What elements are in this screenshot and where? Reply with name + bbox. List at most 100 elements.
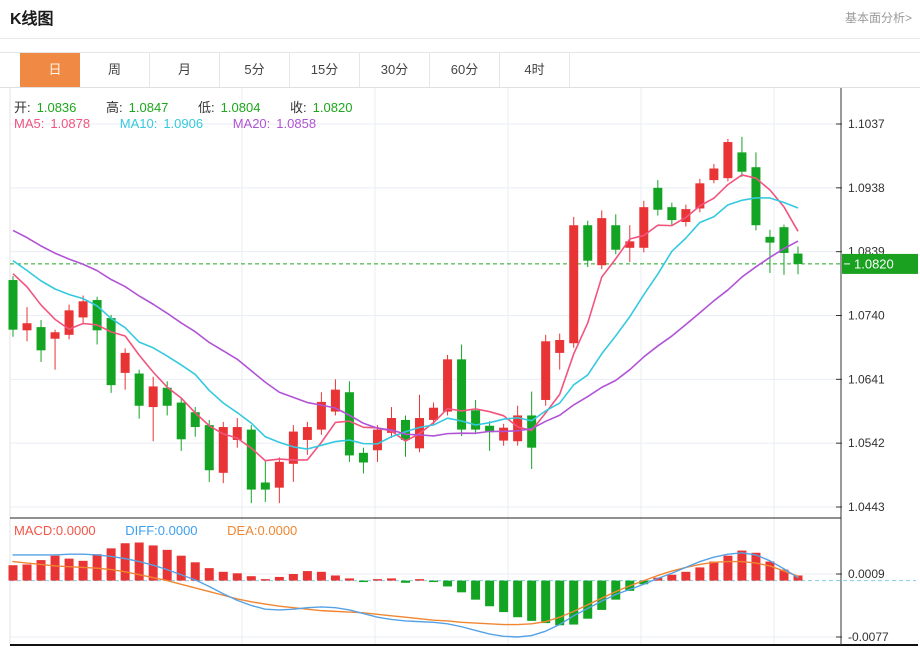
- candle-body: [555, 340, 565, 353]
- macd-bar: [499, 580, 509, 613]
- candle-body: [765, 236, 775, 243]
- price-axis-label: 1.0542: [848, 436, 885, 450]
- macd-bar: [330, 575, 340, 581]
- macd-bar: [232, 573, 242, 581]
- macd-bar: [765, 561, 775, 581]
- macd-bar: [429, 580, 439, 583]
- macd-bar: [64, 558, 74, 581]
- ma10-label: MA10:: [119, 116, 158, 131]
- macd-bar: [401, 580, 410, 583]
- macd-bar: [176, 555, 186, 581]
- candle-body: [120, 352, 130, 373]
- candle-body: [358, 452, 368, 463]
- macd-bar: [260, 579, 270, 581]
- macd-bar: [316, 571, 326, 581]
- candle-body: [793, 253, 803, 264]
- macd-bar: [358, 580, 368, 583]
- candle-body: [260, 482, 270, 490]
- candle-body: [653, 187, 663, 210]
- open-label: 开:: [14, 100, 31, 115]
- price-axis-label: 1.0740: [848, 308, 885, 322]
- macd-bar: [443, 580, 453, 587]
- macd-bar: [386, 578, 396, 581]
- low-label: 低:: [198, 100, 215, 115]
- candle-body: [36, 327, 46, 351]
- candle-body: [134, 373, 144, 406]
- candle-body: [583, 225, 593, 261]
- candle-body: [639, 207, 649, 248]
- macd-bar: [737, 550, 747, 581]
- candle-body: [751, 167, 761, 226]
- macd-bar: [723, 555, 733, 581]
- ma10-line: [12, 197, 799, 450]
- candle-body: [50, 332, 60, 339]
- macd-bar: [583, 580, 593, 619]
- candle-body: [737, 152, 747, 172]
- kline-page: K线图 基本面分析> 日周月 5分 15分 30分 60分 4时 开: 1.0836 高: 1…: [0, 0, 920, 652]
- macd-bar: [667, 574, 677, 581]
- current-price-badge-value: 1.0820: [854, 256, 894, 271]
- macd-bar: [120, 543, 130, 581]
- close-label: 收:: [290, 100, 307, 115]
- diff-value-label: DIFF:0.0000: [125, 523, 198, 538]
- low-value: 1.0804: [220, 100, 261, 115]
- macd-axis-label: 0.0009: [848, 567, 885, 581]
- macd-bar: [302, 571, 312, 581]
- price-axis-label: 1.0938: [848, 181, 885, 195]
- diff-line: [12, 552, 799, 638]
- high-label: 高:: [106, 100, 123, 115]
- candle-body: [64, 310, 74, 335]
- macd-bar: [344, 578, 354, 581]
- macd-value-label: MACD:0.0000: [14, 523, 96, 538]
- candle-body: [429, 407, 439, 420]
- price-axis-label: 1.1037: [848, 117, 885, 131]
- candle-body: [499, 427, 509, 441]
- macd-legend: MACD:0.0000 DIFF:0.0000 DEA:0.0000: [14, 523, 303, 538]
- macd-bar: [148, 545, 158, 581]
- macd-bar: [541, 580, 551, 624]
- candle-body: [106, 318, 116, 386]
- dea-line: [12, 560, 799, 626]
- candle-body: [8, 280, 18, 330]
- macd-bar: [204, 568, 214, 581]
- macd-bar: [162, 549, 172, 581]
- candle-body: [204, 425, 214, 471]
- candle-body: [541, 341, 551, 400]
- candle-body: [148, 386, 158, 408]
- ma10-value: 1.0906: [163, 116, 204, 131]
- ma20-value: 1.0858: [276, 116, 317, 131]
- candle-body: [667, 207, 677, 221]
- candle-body: [190, 412, 200, 428]
- candle-body: [597, 218, 607, 266]
- candle-body: [611, 225, 621, 250]
- price-axis-label: 1.0641: [848, 372, 885, 386]
- macd-bar: [218, 571, 228, 581]
- close-value: 1.0820: [312, 100, 353, 115]
- candle-body: [78, 301, 88, 318]
- macd-bar: [513, 580, 523, 618]
- ma-legend: MA5: 1.0878 MA10: 1.0906 MA20: 1.0858: [14, 116, 322, 131]
- candle-body: [344, 392, 354, 456]
- ma5-label: MA5:: [14, 116, 45, 131]
- macd-bar: [22, 564, 32, 581]
- macd-bar: [190, 562, 200, 581]
- macd-bar: [36, 560, 46, 581]
- candle-body: [723, 142, 733, 179]
- candle-body: [176, 402, 186, 440]
- candle-body: [709, 168, 719, 181]
- candle-body: [569, 225, 579, 344]
- macd-bar: [78, 560, 88, 581]
- macd-bar: [527, 580, 537, 621]
- macd-bar: [485, 580, 495, 607]
- candle-body: [274, 461, 284, 488]
- macd-bar: [50, 555, 60, 581]
- macd-bar: [695, 567, 705, 581]
- macd-bar: [709, 561, 719, 581]
- macd-bar: [8, 565, 18, 581]
- ma5-value: 1.0878: [50, 116, 91, 131]
- candle-body: [471, 410, 481, 430]
- macd-bar: [457, 580, 467, 593]
- macd-bar: [471, 580, 481, 600]
- candle-body: [443, 359, 453, 412]
- candle-body: [246, 429, 256, 490]
